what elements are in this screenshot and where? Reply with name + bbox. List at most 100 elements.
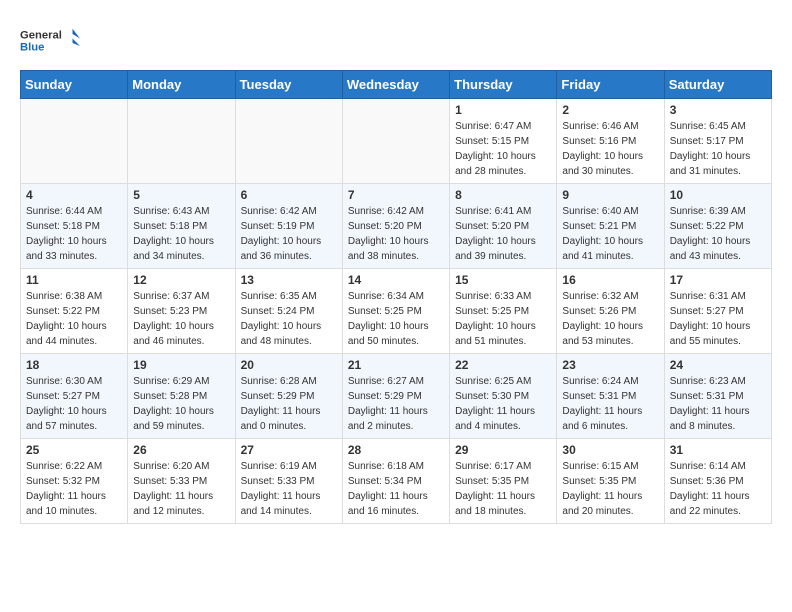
calendar-cell: 17 Sunrise: 6:31 AM Sunset: 5:27 PM Dayli… xyxy=(664,269,771,354)
calendar-cell: 25 Sunrise: 6:22 AM Sunset: 5:32 PM Dayli… xyxy=(21,439,128,524)
day-info: Sunrise: 6:35 AM Sunset: 5:24 PM Dayligh… xyxy=(241,289,337,349)
day-info: Sunrise: 6:17 AM Sunset: 5:35 PM Dayligh… xyxy=(455,459,551,519)
day-info: Sunrise: 6:30 AM Sunset: 5:27 PM Dayligh… xyxy=(26,374,122,434)
day-info: Sunrise: 6:22 AM Sunset: 5:32 PM Dayligh… xyxy=(26,459,122,519)
day-number: 21 xyxy=(348,358,444,372)
calendar-cell: 21 Sunrise: 6:27 AM Sunset: 5:29 PM Dayli… xyxy=(342,354,449,439)
weekday-header-friday: Friday xyxy=(557,71,664,99)
day-info: Sunrise: 6:43 AM Sunset: 5:18 PM Dayligh… xyxy=(133,204,229,264)
day-info: Sunrise: 6:32 AM Sunset: 5:26 PM Dayligh… xyxy=(562,289,658,349)
day-number: 4 xyxy=(26,188,122,202)
calendar-cell: 6 Sunrise: 6:42 AM Sunset: 5:19 PM Daylig… xyxy=(235,184,342,269)
day-info: Sunrise: 6:28 AM Sunset: 5:29 PM Dayligh… xyxy=(241,374,337,434)
day-info: Sunrise: 6:47 AM Sunset: 5:15 PM Dayligh… xyxy=(455,119,551,179)
day-number: 9 xyxy=(562,188,658,202)
svg-text:General: General xyxy=(20,30,62,42)
day-info: Sunrise: 6:25 AM Sunset: 5:30 PM Dayligh… xyxy=(455,374,551,434)
calendar-cell: 2Sunrise: 6:46 AM Sunset: 5:16 PM Daylig… xyxy=(557,99,664,184)
day-number: 24 xyxy=(670,358,766,372)
page-header: General Blue xyxy=(20,20,772,60)
day-number: 31 xyxy=(670,443,766,457)
day-info: Sunrise: 6:24 AM Sunset: 5:31 PM Dayligh… xyxy=(562,374,658,434)
day-number: 22 xyxy=(455,358,551,372)
day-number: 25 xyxy=(26,443,122,457)
day-info: Sunrise: 6:31 AM Sunset: 5:27 PM Dayligh… xyxy=(670,289,766,349)
calendar-cell: 16 Sunrise: 6:32 AM Sunset: 5:26 PM Dayli… xyxy=(557,269,664,354)
calendar-cell: 7Sunrise: 6:42 AM Sunset: 5:20 PM Daylig… xyxy=(342,184,449,269)
day-info: Sunrise: 6:42 AM Sunset: 5:19 PM Dayligh… xyxy=(241,204,337,264)
calendar-table: SundayMondayTuesdayWednesdayThursdayFrid… xyxy=(20,70,772,524)
calendar-cell: 4 Sunrise: 6:44 AM Sunset: 5:18 PM Daylig… xyxy=(21,184,128,269)
day-number: 10 xyxy=(670,188,766,202)
calendar-cell: 27Sunrise: 6:19 AM Sunset: 5:33 PM Dayli… xyxy=(235,439,342,524)
day-number: 6 xyxy=(241,188,337,202)
day-number: 7 xyxy=(348,188,444,202)
day-number: 15 xyxy=(455,273,551,287)
day-number: 29 xyxy=(455,443,551,457)
calendar-cell: 19 Sunrise: 6:29 AM Sunset: 5:28 PM Dayli… xyxy=(128,354,235,439)
weekday-header-tuesday: Tuesday xyxy=(235,71,342,99)
calendar-cell: 8Sunrise: 6:41 AM Sunset: 5:20 PM Daylig… xyxy=(450,184,557,269)
calendar-week-3: 11Sunrise: 6:38 AM Sunset: 5:22 PM Dayli… xyxy=(21,269,772,354)
day-info: Sunrise: 6:44 AM Sunset: 5:18 PM Dayligh… xyxy=(26,204,122,264)
day-number: 20 xyxy=(241,358,337,372)
calendar-header-row: SundayMondayTuesdayWednesdayThursdayFrid… xyxy=(21,71,772,99)
day-info: Sunrise: 6:39 AM Sunset: 5:22 PM Dayligh… xyxy=(670,204,766,264)
calendar-cell: 29 Sunrise: 6:17 AM Sunset: 5:35 PM Dayli… xyxy=(450,439,557,524)
calendar-cell: 13 Sunrise: 6:35 AM Sunset: 5:24 PM Dayli… xyxy=(235,269,342,354)
calendar-cell: 22 Sunrise: 6:25 AM Sunset: 5:30 PM Dayli… xyxy=(450,354,557,439)
day-info: Sunrise: 6:15 AM Sunset: 5:35 PM Dayligh… xyxy=(562,459,658,519)
calendar-cell: 26 Sunrise: 6:20 AM Sunset: 5:33 PM Dayli… xyxy=(128,439,235,524)
calendar-cell: 18 Sunrise: 6:30 AM Sunset: 5:27 PM Dayli… xyxy=(21,354,128,439)
day-number: 30 xyxy=(562,443,658,457)
weekday-header-sunday: Sunday xyxy=(21,71,128,99)
day-info: Sunrise: 6:40 AM Sunset: 5:21 PM Dayligh… xyxy=(562,204,658,264)
calendar-cell: 5 Sunrise: 6:43 AM Sunset: 5:18 PM Daylig… xyxy=(128,184,235,269)
calendar-cell: 31 Sunrise: 6:14 AM Sunset: 5:36 PM Dayli… xyxy=(664,439,771,524)
calendar-cell: 11Sunrise: 6:38 AM Sunset: 5:22 PM Dayli… xyxy=(21,269,128,354)
day-info: Sunrise: 6:23 AM Sunset: 5:31 PM Dayligh… xyxy=(670,374,766,434)
calendar-cell: 10 Sunrise: 6:39 AM Sunset: 5:22 PM Dayli… xyxy=(664,184,771,269)
day-info: Sunrise: 6:19 AM Sunset: 5:33 PM Dayligh… xyxy=(241,459,337,519)
calendar-cell xyxy=(342,99,449,184)
weekday-header-saturday: Saturday xyxy=(664,71,771,99)
day-number: 3 xyxy=(670,103,766,117)
day-number: 19 xyxy=(133,358,229,372)
weekday-header-thursday: Thursday xyxy=(450,71,557,99)
day-number: 12 xyxy=(133,273,229,287)
day-info: Sunrise: 6:33 AM Sunset: 5:25 PM Dayligh… xyxy=(455,289,551,349)
day-info: Sunrise: 6:37 AM Sunset: 5:23 PM Dayligh… xyxy=(133,289,229,349)
svg-text:Blue: Blue xyxy=(20,42,44,54)
calendar-cell: 3 Sunrise: 6:45 AM Sunset: 5:17 PM Daylig… xyxy=(664,99,771,184)
day-number: 26 xyxy=(133,443,229,457)
calendar-week-2: 4 Sunrise: 6:44 AM Sunset: 5:18 PM Daylig… xyxy=(21,184,772,269)
day-number: 16 xyxy=(562,273,658,287)
calendar-cell: 20 Sunrise: 6:28 AM Sunset: 5:29 PM Dayli… xyxy=(235,354,342,439)
day-info: Sunrise: 6:20 AM Sunset: 5:33 PM Dayligh… xyxy=(133,459,229,519)
day-number: 23 xyxy=(562,358,658,372)
calendar-cell: 28Sunrise: 6:18 AM Sunset: 5:34 PM Dayli… xyxy=(342,439,449,524)
calendar-cell xyxy=(235,99,342,184)
calendar-cell xyxy=(128,99,235,184)
day-info: Sunrise: 6:29 AM Sunset: 5:28 PM Dayligh… xyxy=(133,374,229,434)
weekday-header-monday: Monday xyxy=(128,71,235,99)
day-info: Sunrise: 6:41 AM Sunset: 5:20 PM Dayligh… xyxy=(455,204,551,264)
day-info: Sunrise: 6:14 AM Sunset: 5:36 PM Dayligh… xyxy=(670,459,766,519)
day-info: Sunrise: 6:45 AM Sunset: 5:17 PM Dayligh… xyxy=(670,119,766,179)
day-number: 28 xyxy=(348,443,444,457)
day-info: Sunrise: 6:27 AM Sunset: 5:29 PM Dayligh… xyxy=(348,374,444,434)
day-number: 18 xyxy=(26,358,122,372)
day-number: 17 xyxy=(670,273,766,287)
day-number: 5 xyxy=(133,188,229,202)
day-number: 14 xyxy=(348,273,444,287)
day-number: 13 xyxy=(241,273,337,287)
calendar-week-1: 1 Sunrise: 6:47 AM Sunset: 5:15 PM Daylig… xyxy=(21,99,772,184)
calendar-cell xyxy=(21,99,128,184)
calendar-cell: 14Sunrise: 6:34 AM Sunset: 5:25 PM Dayli… xyxy=(342,269,449,354)
calendar-cell: 9 Sunrise: 6:40 AM Sunset: 5:21 PM Daylig… xyxy=(557,184,664,269)
day-info: Sunrise: 6:46 AM Sunset: 5:16 PM Dayligh… xyxy=(562,119,658,179)
calendar-cell: 1 Sunrise: 6:47 AM Sunset: 5:15 PM Daylig… xyxy=(450,99,557,184)
day-number: 11 xyxy=(26,273,122,287)
day-number: 1 xyxy=(455,103,551,117)
calendar-week-4: 18 Sunrise: 6:30 AM Sunset: 5:27 PM Dayli… xyxy=(21,354,772,439)
